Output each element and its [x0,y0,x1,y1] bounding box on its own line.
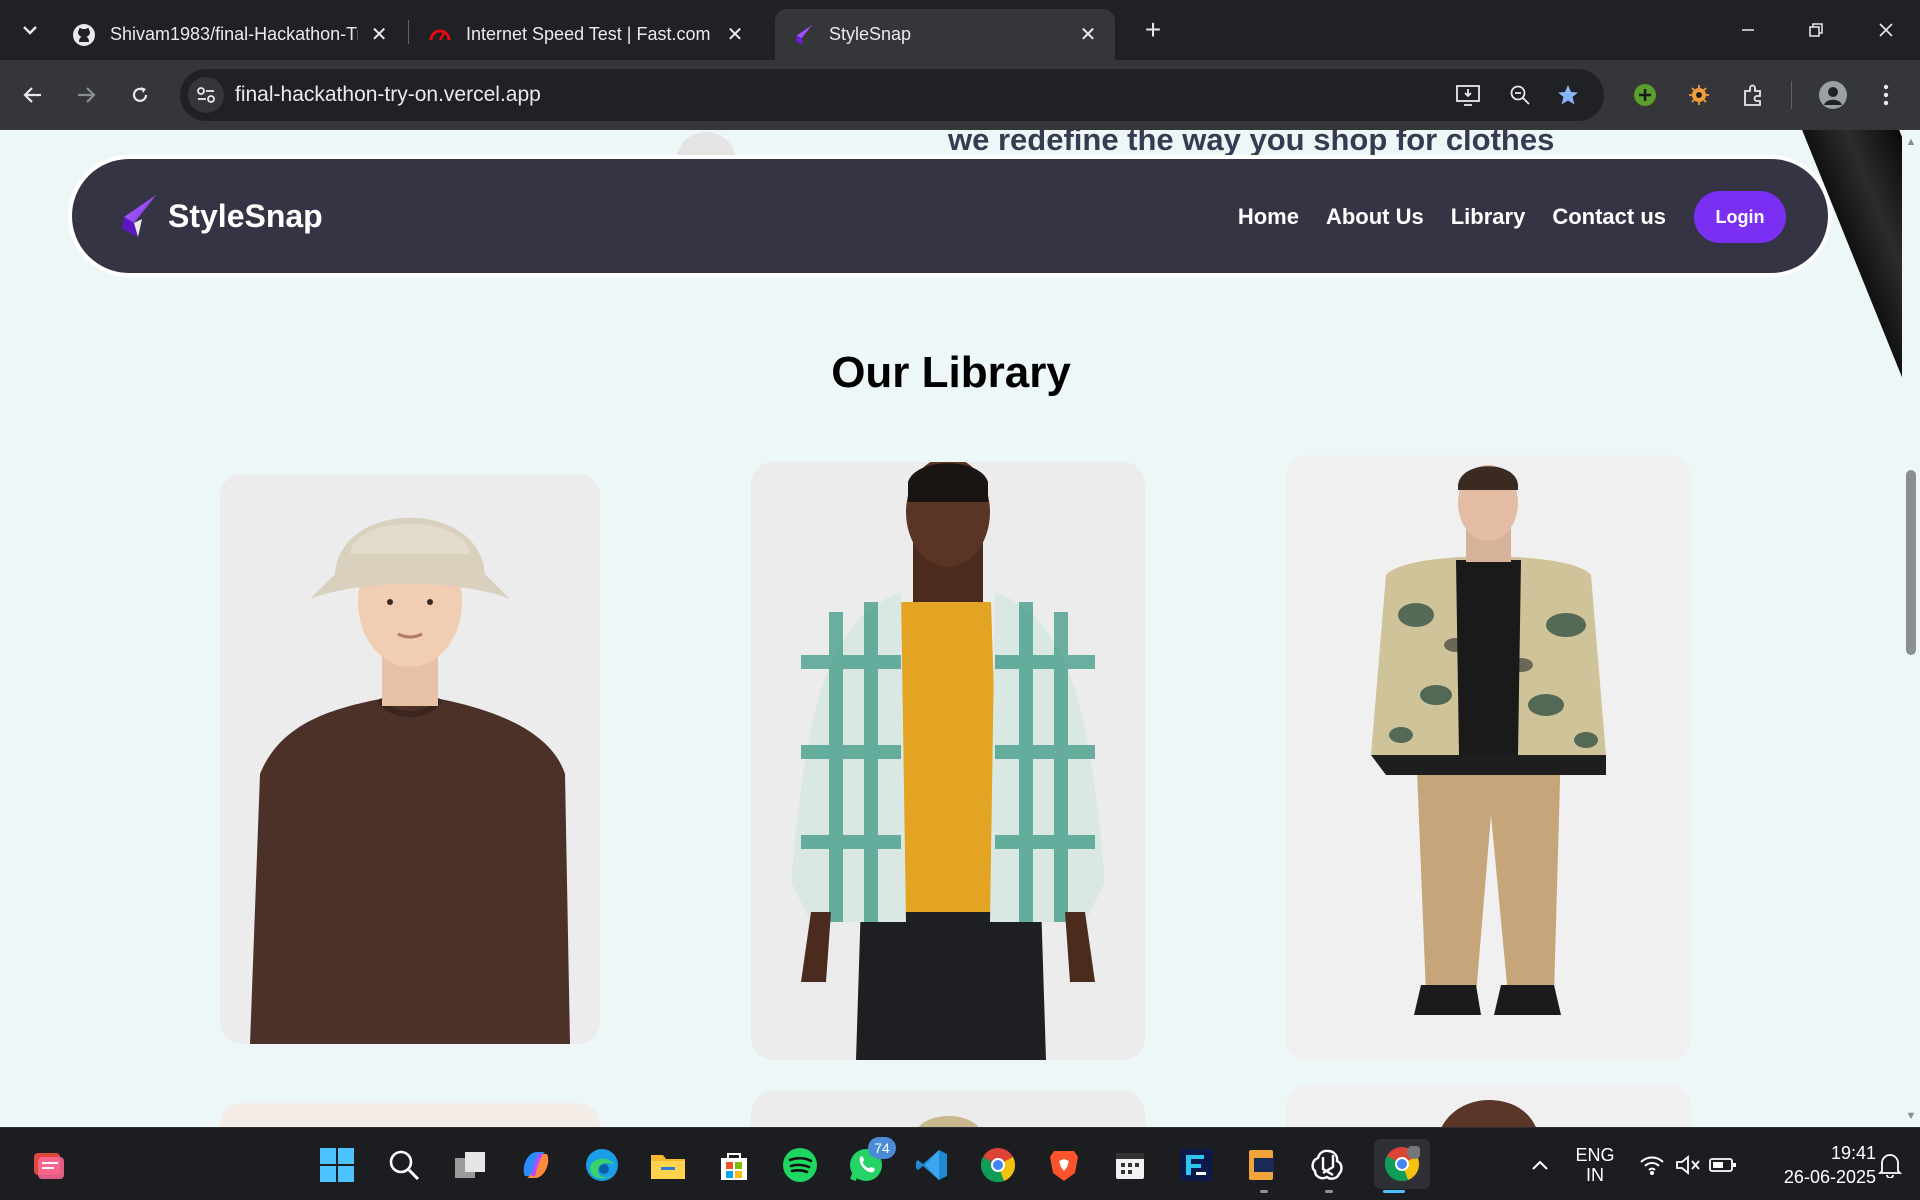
install-app-icon[interactable] [1452,79,1484,111]
url-text: final-hackathon-try-on.vercel.app [235,83,541,106]
reload-icon[interactable] [122,77,158,113]
tab-fast-com[interactable]: Internet Speed Test | Fast.com ✕ [412,9,762,60]
tray-chevron-up-icon[interactable] [1520,1145,1560,1185]
scrollbar-thumb[interactable] [1906,470,1916,655]
wifi-icon[interactable] [1632,1145,1672,1185]
vscode-icon[interactable] [912,1145,952,1185]
chrome-active-icon[interactable] [1374,1139,1430,1189]
windows-taskbar: 74 ENG IN 19:41 26-06-2025 [0,1127,1920,1200]
tab-title: StyleSnap [829,24,912,44]
product-image [1441,1100,1536,1127]
bookmark-star-icon[interactable] [1552,79,1584,111]
restore-icon[interactable] [1792,10,1840,50]
copilot-icon[interactable] [516,1145,556,1185]
back-arrow-icon[interactable] [15,77,51,113]
brand[interactable]: StyleSnap [116,193,323,239]
product-image [918,1116,979,1127]
stylesnap-logo-icon [122,195,156,237]
notepad-calendar-icon[interactable] [1110,1145,1150,1185]
tab-strip: Shivam1983/final-Hackathon-Tr ✕ Internet… [0,0,1920,60]
search-icon[interactable] [384,1145,424,1185]
tab-title: Internet Speed Test | Fast.com [466,24,711,44]
nav-library-link[interactable]: Library [1451,204,1526,230]
product-camo-jacket-cargo-pants-image [1286,455,1691,1061]
page-viewport: we redefine the way you shop for clothes… [0,130,1902,1127]
tab-separator [408,20,409,44]
product-bucket-hat-brown-tee-image [220,474,600,1044]
minimize-icon[interactable] [1724,10,1772,50]
scroll-down-arrow-icon[interactable]: ▼ [1905,1110,1917,1122]
windows-start-icon[interactable] [317,1145,357,1185]
product-green-plaid-overshirt-image [751,462,1145,1060]
close-tab-icon[interactable]: ✕ [368,24,390,46]
nav-links: Home About Us Library Contact us Login [1211,191,1786,243]
page-scrollbar[interactable]: ▲ ▼ [1902,130,1920,1127]
clock-time: 19:41 [1830,1143,1876,1163]
clock[interactable]: 19:41 26-06-2025 [1752,1141,1876,1189]
nav-contact-link[interactable]: Contact us [1552,204,1666,230]
product-card[interactable] [220,474,600,1044]
slides-app-icon[interactable] [1242,1145,1282,1185]
profile-avatar-icon[interactable] [1815,77,1851,113]
address-bar[interactable]: final-hackathon-try-on.vercel.app [180,69,1604,121]
whatsapp-badge: 74 [868,1137,896,1159]
login-button[interactable]: Login [1694,191,1786,243]
chatgpt-icon[interactable] [1308,1145,1348,1185]
microsoft-store-icon[interactable] [714,1145,754,1185]
language-line1: ENG [1575,1145,1615,1165]
language-indicator[interactable]: ENG IN [1574,1145,1616,1185]
notifications-bell-icon[interactable] [1870,1145,1910,1185]
spotify-icon[interactable] [780,1145,820,1185]
close-tab-icon[interactable]: ✕ [724,24,746,46]
tab-github[interactable]: Shivam1983/final-Hackathon-Tr ✕ [56,9,406,60]
close-tab-icon[interactable]: ✕ [1077,24,1099,46]
github-icon [72,23,96,47]
nav-about-link[interactable]: About Us [1326,204,1424,230]
zoom-icon[interactable] [1504,79,1536,111]
speaker-muted-icon[interactable] [1668,1145,1708,1185]
stylesnap-icon [791,23,815,47]
product-card[interactable] [220,1103,600,1127]
tab-title: Shivam1983/final-Hackathon-Tr [110,24,359,44]
brave-icon[interactable] [1044,1145,1084,1185]
brand-name: StyleSnap [168,197,323,234]
battery-icon[interactable] [1703,1145,1743,1185]
language-line2: IN [1586,1165,1604,1185]
widgets-icon[interactable] [28,1145,68,1185]
close-window-icon[interactable] [1862,10,1910,50]
extension-plus-icon[interactable] [1627,77,1663,113]
product-card[interactable] [1286,455,1691,1061]
forward-arrow-icon[interactable] [68,77,104,113]
active-indicator [1383,1190,1405,1193]
file-explorer-icon[interactable] [648,1145,688,1185]
site-navbar: StyleSnap Home About Us Library Contact … [68,155,1832,277]
running-indicator [1325,1190,1333,1193]
extensions-puzzle-icon[interactable] [1735,77,1771,113]
chrome-menu-icon[interactable] [1868,77,1904,113]
whatsapp-icon[interactable]: 74 [846,1137,896,1185]
browser-toolbar: final-hackathon-try-on.vercel.app [0,60,1920,130]
extension-bug-icon[interactable] [1681,77,1717,113]
task-view-icon[interactable] [450,1145,490,1185]
chrome-icon[interactable] [978,1145,1018,1185]
nav-home-link[interactable]: Home [1238,204,1299,230]
library-title: Our Library [831,348,1071,397]
product-card[interactable] [751,462,1145,1060]
tab-stylesnap[interactable]: StyleSnap ✕ [775,9,1115,60]
new-tab-plus-icon[interactable]: + [1137,14,1169,46]
toolbar-separator [1791,81,1792,109]
fast-com-icon [428,23,452,47]
product-card[interactable] [751,1091,1145,1127]
edge-icon[interactable] [582,1145,622,1185]
product-card[interactable] [1286,1085,1691,1127]
scroll-up-arrow-icon[interactable]: ▲ [1905,136,1917,148]
running-indicator [1260,1190,1268,1193]
tab-search-chevron-icon[interactable] [14,14,46,46]
jetbrains-icon[interactable] [1176,1145,1216,1185]
site-info-icon[interactable] [188,77,224,113]
clock-date: 26-06-2025 [1783,1167,1876,1187]
hero-tagline: we redefine the way you shop for clothes [948,130,1555,157]
